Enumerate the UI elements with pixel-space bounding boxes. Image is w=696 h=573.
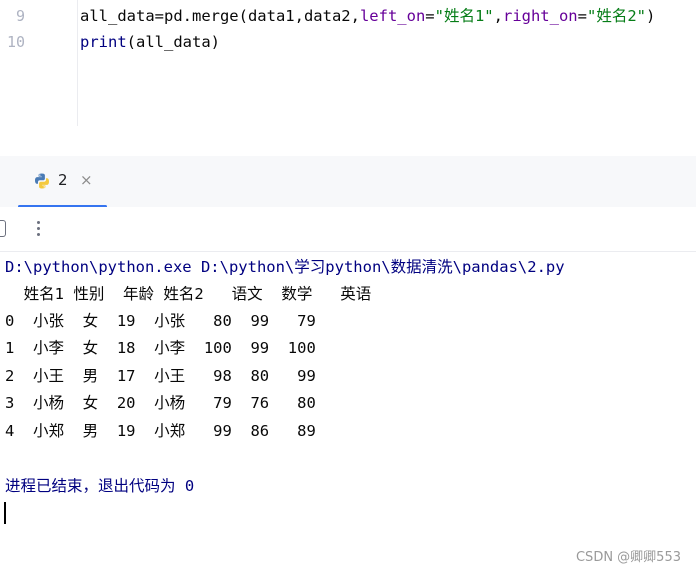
text-caret [4,502,6,524]
close-icon[interactable]: × [80,171,93,189]
run-toolbar [0,207,696,252]
code-token: all_data=pd.merge(data1,data2, [80,7,360,25]
code-token: , [493,7,503,25]
code-line-10[interactable]: print(all_data) [80,30,220,54]
run-tab-2[interactable]: 2 × [18,156,107,208]
code-token: = [425,7,435,25]
code-token: (all_data) [126,33,220,51]
code-token-string: "姓名2" [586,7,646,25]
dataframe-header: 姓名1 性别 年龄 姓名2 语文 数学 英语 [5,285,372,303]
dataframe-row: 1 小李 女 18 小李 100 99 100 [5,339,316,357]
code-token-keyword-arg: right_on [502,7,578,25]
dataframe-row: 4 小郑 男 19 小郑 99 86 89 [5,422,316,440]
python-icon [35,173,49,189]
code-token: = [577,7,587,25]
tab-label: 2 [58,171,68,189]
code-line-9[interactable]: all_data=pd.merge(data1,data2,left_on="姓… [80,4,655,28]
code-token-keyword-arg: left_on [359,7,426,25]
code-token: ) [645,7,656,25]
console-command-line: D:\python\python.exe D:\python\学习python\… [5,258,565,276]
more-vertical-icon[interactable] [30,216,48,240]
run-tab-bar: 2 × [0,156,696,208]
ide-window: 9 10 all_data=pd.merge(data1,data2,left_… [0,0,696,573]
code-token-builtin: print [80,33,127,51]
code-token-string: "姓名1" [434,7,494,25]
dataframe-row: 3 小杨 女 20 小杨 79 76 80 [5,394,316,412]
line-number-gutter: 9 10 [0,0,78,126]
dataframe-row: 0 小张 女 19 小张 80 99 79 [5,312,316,330]
watermark: CSDN @卿卿553 [575,550,681,565]
line-number: 10 [6,33,25,51]
rerun-icon[interactable] [0,220,6,237]
run-console[interactable]: D:\python\python.exe D:\python\学习python\… [0,252,696,573]
process-exit-message: 进程已结束，退出代码为 0 [5,477,195,495]
dataframe-row: 2 小王 男 17 小王 98 80 99 [5,367,316,385]
line-number: 9 [15,7,25,25]
editor-bottom-spacer [0,126,696,157]
code-editor[interactable]: 9 10 all_data=pd.merge(data1,data2,left_… [0,0,696,127]
